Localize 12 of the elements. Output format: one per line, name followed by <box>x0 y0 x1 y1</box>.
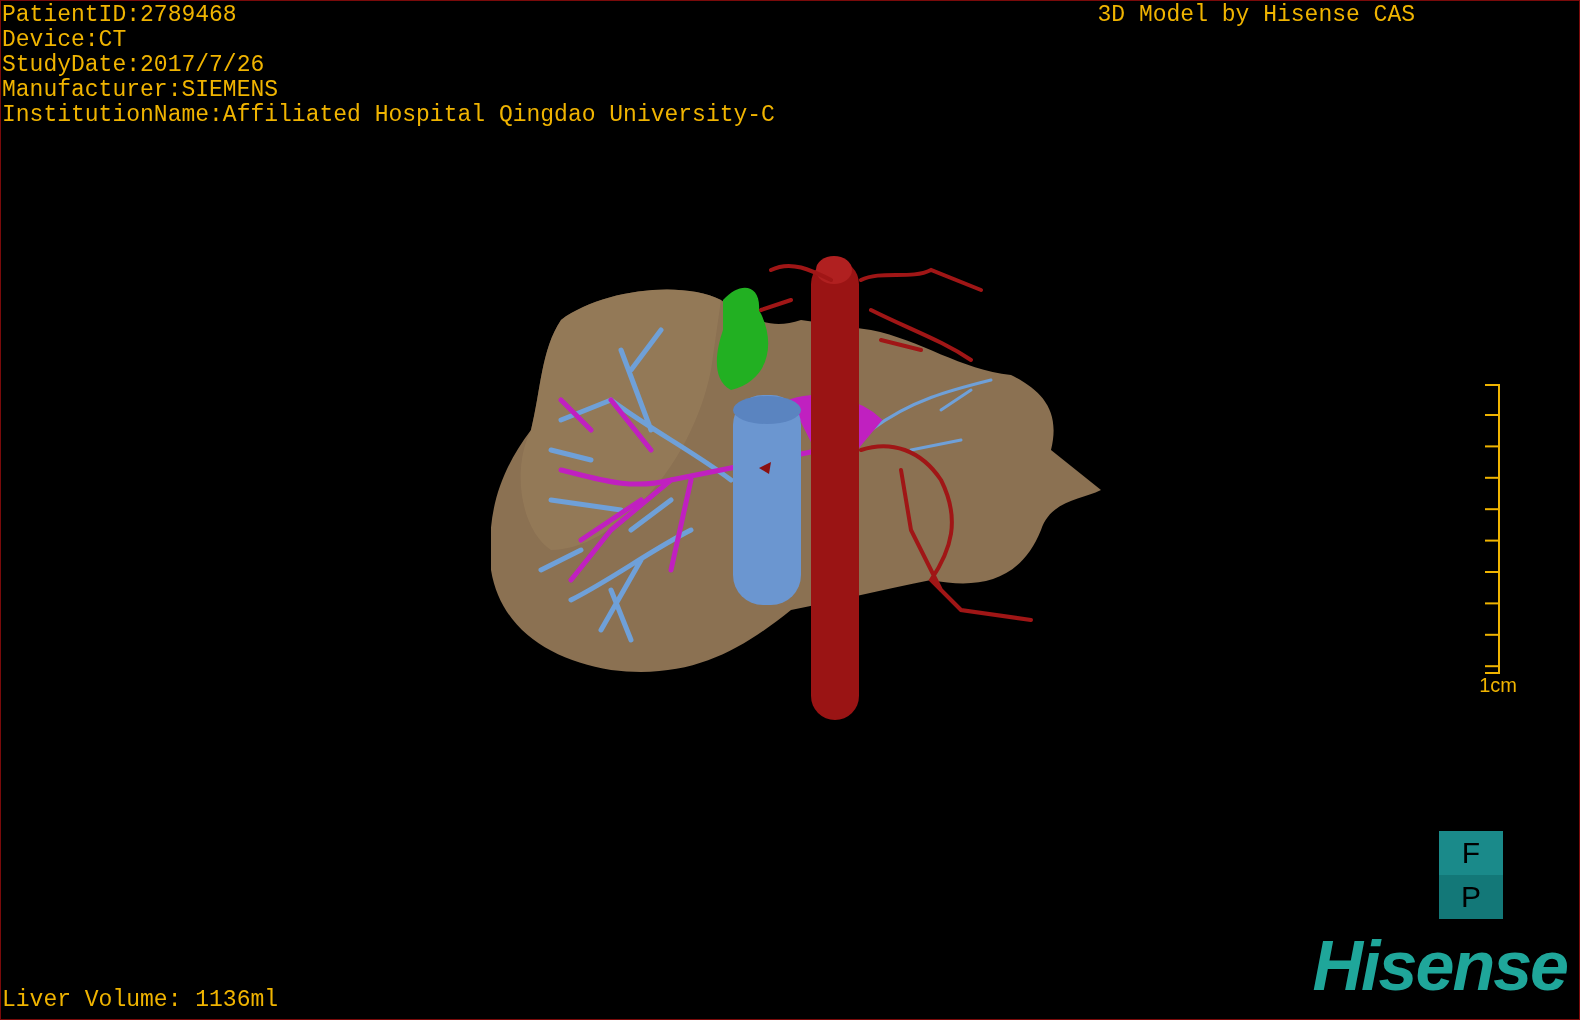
liver-volume-text: Liver Volume: 1136ml <box>1 988 279 1015</box>
viewer-title: 3D Model by Hisense CAS <box>1097 3 1415 30</box>
orientation-label: P <box>1439 875 1503 919</box>
patient-info-text: InstitutionName:Affiliated Hospital Qingdao University-C <box>2 103 775 128</box>
orientation-label: F <box>1460 835 1482 871</box>
patient-info-text: Manufacturer:SIEMENS <box>2 78 280 103</box>
patient-info-text: Device:CT <box>2 28 128 53</box>
orientation-cube[interactable]: F P <box>1439 831 1503 919</box>
patient-info-text: StudyDate:2017/7/26 <box>2 53 266 78</box>
patient-info-text: PatientID:2789468 <box>2 3 238 28</box>
logo: Hisense <box>1312 931 1568 1001</box>
scale-label: 1cm <box>1479 673 1517 696</box>
